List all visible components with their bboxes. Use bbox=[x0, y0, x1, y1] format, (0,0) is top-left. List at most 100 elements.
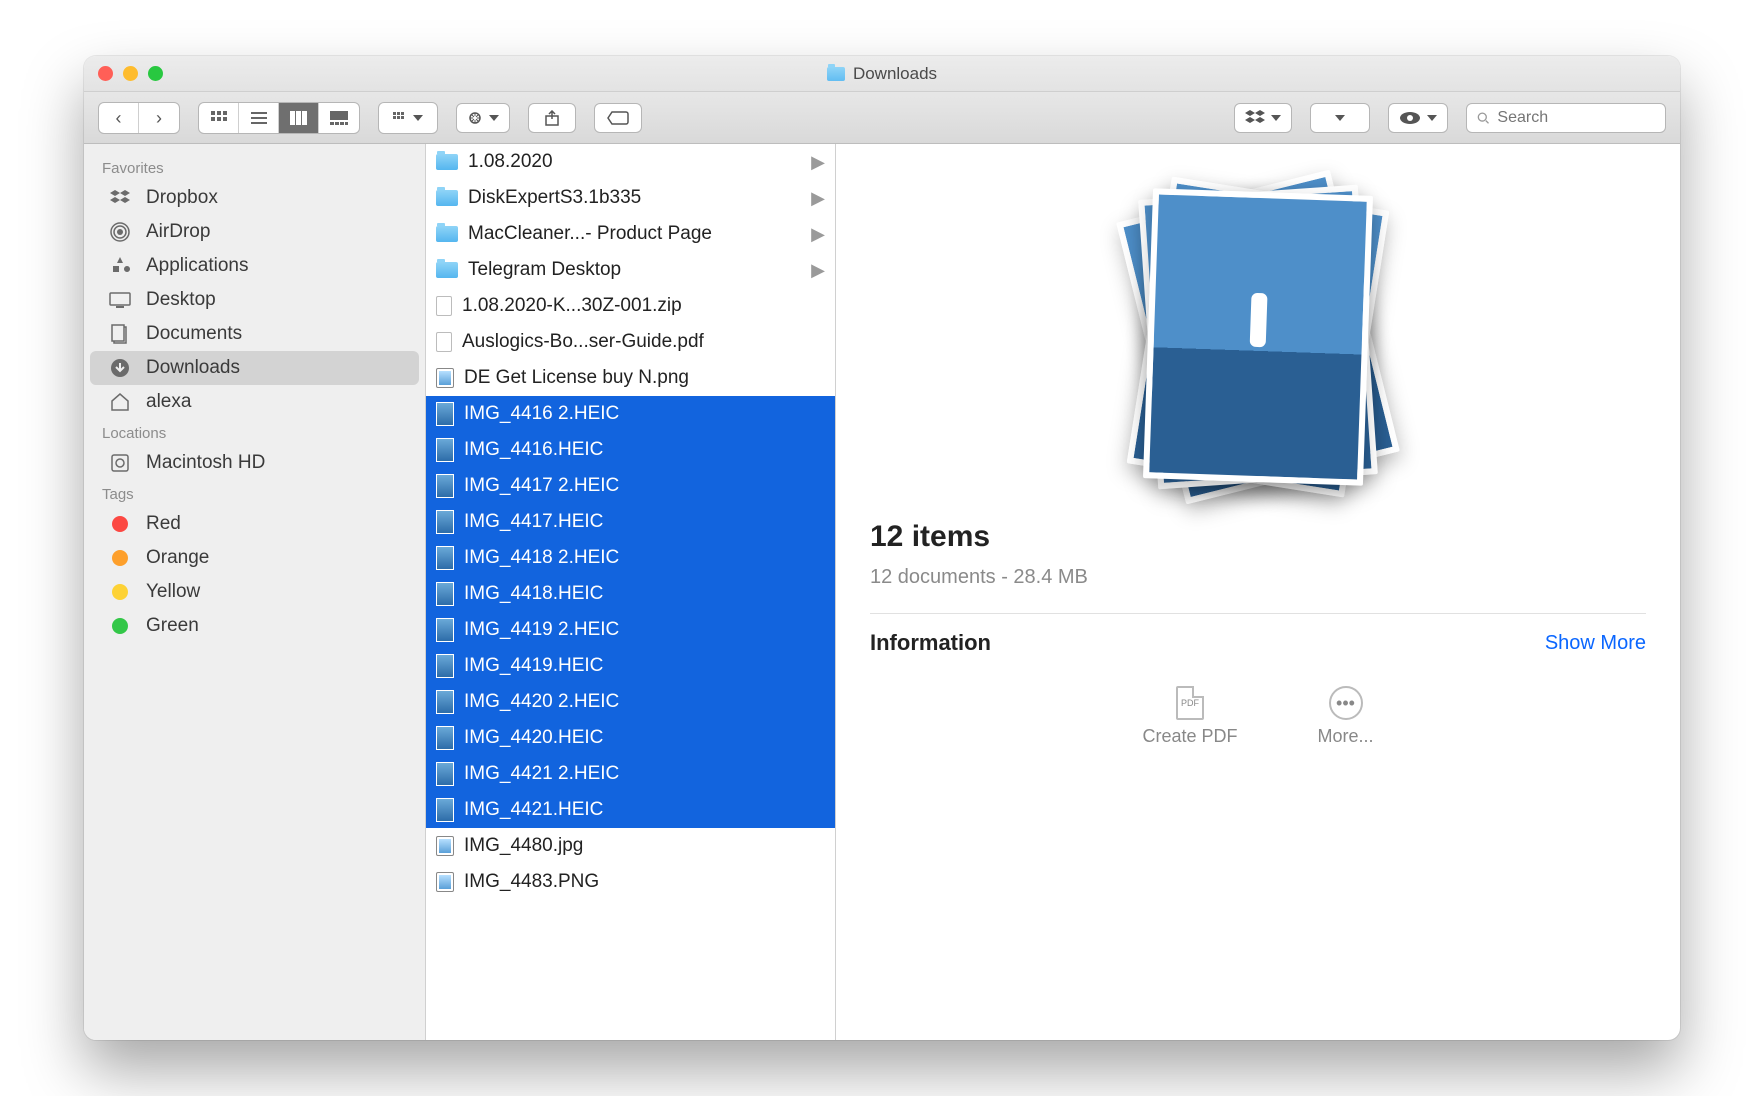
file-row[interactable]: MacCleaner...- Product Page▶ bbox=[426, 216, 835, 252]
sidebar-item[interactable]: Green bbox=[90, 609, 419, 643]
view-mode-group bbox=[198, 102, 360, 134]
image-thumb-icon bbox=[436, 546, 454, 570]
action-menu-button[interactable] bbox=[456, 103, 510, 133]
generic-dropdown-button[interactable] bbox=[1310, 103, 1370, 133]
file-row[interactable]: Auslogics-Bo...ser-Guide.pdf bbox=[426, 324, 835, 360]
home-icon bbox=[108, 393, 132, 411]
gallery-view-button[interactable] bbox=[319, 103, 359, 133]
sidebar-item[interactable]: Dropbox bbox=[90, 181, 419, 215]
search-input[interactable] bbox=[1497, 109, 1655, 127]
file-name: IMG_4416.HEIC bbox=[464, 439, 825, 461]
icon-view-button[interactable] bbox=[199, 103, 239, 133]
image-thumb-icon bbox=[436, 582, 454, 606]
list-view-button[interactable] bbox=[239, 103, 279, 133]
image-icon bbox=[436, 368, 454, 388]
file-row[interactable]: 1.08.2020-K...30Z-001.zip bbox=[426, 288, 835, 324]
sidebar-item-label: Red bbox=[146, 513, 181, 535]
information-heading: Information bbox=[870, 630, 991, 656]
sidebar-item-label: Applications bbox=[146, 255, 248, 277]
sidebar-item[interactable]: Orange bbox=[90, 541, 419, 575]
file-row[interactable]: IMG_4419 2.HEIC bbox=[426, 612, 835, 648]
sidebar-item[interactable]: Applications bbox=[90, 249, 419, 283]
quick-actions: PDF Create PDF ••• More... bbox=[870, 686, 1646, 747]
preview-thumbnail-stack bbox=[1093, 172, 1423, 502]
column-view-button[interactable] bbox=[279, 103, 319, 133]
file-row[interactable]: IMG_4483.PNG bbox=[426, 864, 835, 900]
more-actions[interactable]: ••• More... bbox=[1318, 686, 1374, 747]
sidebar-item[interactable]: AirDrop bbox=[90, 215, 419, 249]
zoom-button[interactable] bbox=[148, 66, 163, 81]
file-row[interactable]: IMG_4416.HEIC bbox=[426, 432, 835, 468]
forward-button[interactable]: › bbox=[139, 103, 179, 133]
quick-look-button[interactable] bbox=[1388, 103, 1448, 133]
file-name: IMG_4416 2.HEIC bbox=[464, 403, 825, 425]
file-name: 1.08.2020-K...30Z-001.zip bbox=[462, 295, 825, 317]
window-controls bbox=[98, 66, 163, 81]
sidebar-item[interactable]: Documents bbox=[90, 317, 419, 351]
file-row[interactable]: IMG_4420.HEIC bbox=[426, 720, 835, 756]
file-row[interactable]: IMG_4419.HEIC bbox=[426, 648, 835, 684]
minimize-button[interactable] bbox=[123, 66, 138, 81]
search-field[interactable] bbox=[1466, 103, 1666, 133]
titlebar: Downloads bbox=[84, 56, 1680, 92]
sidebar-item-label: Dropbox bbox=[146, 187, 218, 209]
image-icon bbox=[436, 836, 454, 856]
folder-icon bbox=[436, 154, 458, 170]
sidebar-item-label: Macintosh HD bbox=[146, 452, 265, 474]
sidebar-item[interactable]: Downloads bbox=[90, 351, 419, 385]
tag-icon bbox=[108, 618, 132, 634]
document-icon bbox=[436, 332, 452, 352]
file-name: IMG_4419.HEIC bbox=[464, 655, 825, 677]
file-name: IMG_4419 2.HEIC bbox=[464, 619, 825, 641]
close-button[interactable] bbox=[98, 66, 113, 81]
sidebar-item-label: AirDrop bbox=[146, 221, 210, 243]
file-row[interactable]: 1.08.2020▶ bbox=[426, 144, 835, 180]
sidebar-item-label: Desktop bbox=[146, 289, 216, 311]
back-button[interactable]: ‹ bbox=[99, 103, 139, 133]
chevron-down-icon bbox=[1271, 115, 1281, 121]
tags-button[interactable] bbox=[594, 103, 642, 133]
file-row[interactable]: IMG_4421.HEIC bbox=[426, 792, 835, 828]
nav-buttons: ‹ › bbox=[98, 102, 180, 134]
sidebar-item-label: Documents bbox=[146, 323, 242, 345]
disclosure-arrow-icon: ▶ bbox=[811, 188, 825, 209]
finder-window: Downloads ‹ › bbox=[84, 56, 1680, 1040]
show-more-link[interactable]: Show More bbox=[1545, 632, 1646, 655]
window-body: FavoritesDropboxAirDropApplicationsDeskt… bbox=[84, 144, 1680, 1040]
sidebar-item[interactable]: Desktop bbox=[90, 283, 419, 317]
arrange-button[interactable] bbox=[379, 103, 437, 133]
window-title: Downloads bbox=[84, 64, 1680, 84]
file-name: DE Get License buy N.png bbox=[464, 367, 825, 389]
chevron-down-icon bbox=[1335, 115, 1345, 121]
file-row[interactable]: IMG_4421 2.HEIC bbox=[426, 756, 835, 792]
file-name: IMG_4480.jpg bbox=[464, 835, 825, 857]
documents-icon bbox=[108, 324, 132, 344]
apps-icon bbox=[108, 256, 132, 276]
create-pdf-action[interactable]: PDF Create PDF bbox=[1142, 686, 1237, 747]
file-name: IMG_4483.PNG bbox=[464, 871, 825, 893]
file-row[interactable]: IMG_4480.jpg bbox=[426, 828, 835, 864]
file-row[interactable]: IMG_4417.HEIC bbox=[426, 504, 835, 540]
image-thumb-icon bbox=[436, 654, 454, 678]
file-name: IMG_4421.HEIC bbox=[464, 799, 825, 821]
file-row[interactable]: IMG_4418 2.HEIC bbox=[426, 540, 835, 576]
file-row[interactable]: IMG_4417 2.HEIC bbox=[426, 468, 835, 504]
file-row[interactable]: IMG_4420 2.HEIC bbox=[426, 684, 835, 720]
sidebar-item[interactable]: Red bbox=[90, 507, 419, 541]
image-thumb-icon bbox=[436, 798, 454, 822]
image-thumb-icon bbox=[436, 438, 454, 462]
share-button[interactable] bbox=[528, 103, 576, 133]
sidebar-item[interactable]: Macintosh HD bbox=[90, 446, 419, 480]
file-name: IMG_4418.HEIC bbox=[464, 583, 825, 605]
downloads-icon bbox=[108, 358, 132, 378]
dropbox-button[interactable] bbox=[1234, 103, 1292, 133]
image-thumb-icon bbox=[436, 762, 454, 786]
file-row[interactable]: IMG_4416 2.HEIC bbox=[426, 396, 835, 432]
file-name: IMG_4420.HEIC bbox=[464, 727, 825, 749]
file-row[interactable]: IMG_4418.HEIC bbox=[426, 576, 835, 612]
sidebar-item[interactable]: alexa bbox=[90, 385, 419, 419]
file-row[interactable]: Telegram Desktop▶ bbox=[426, 252, 835, 288]
sidebar-item[interactable]: Yellow bbox=[90, 575, 419, 609]
file-row[interactable]: DiskExpertS3.1b335▶ bbox=[426, 180, 835, 216]
file-row[interactable]: DE Get License buy N.png bbox=[426, 360, 835, 396]
